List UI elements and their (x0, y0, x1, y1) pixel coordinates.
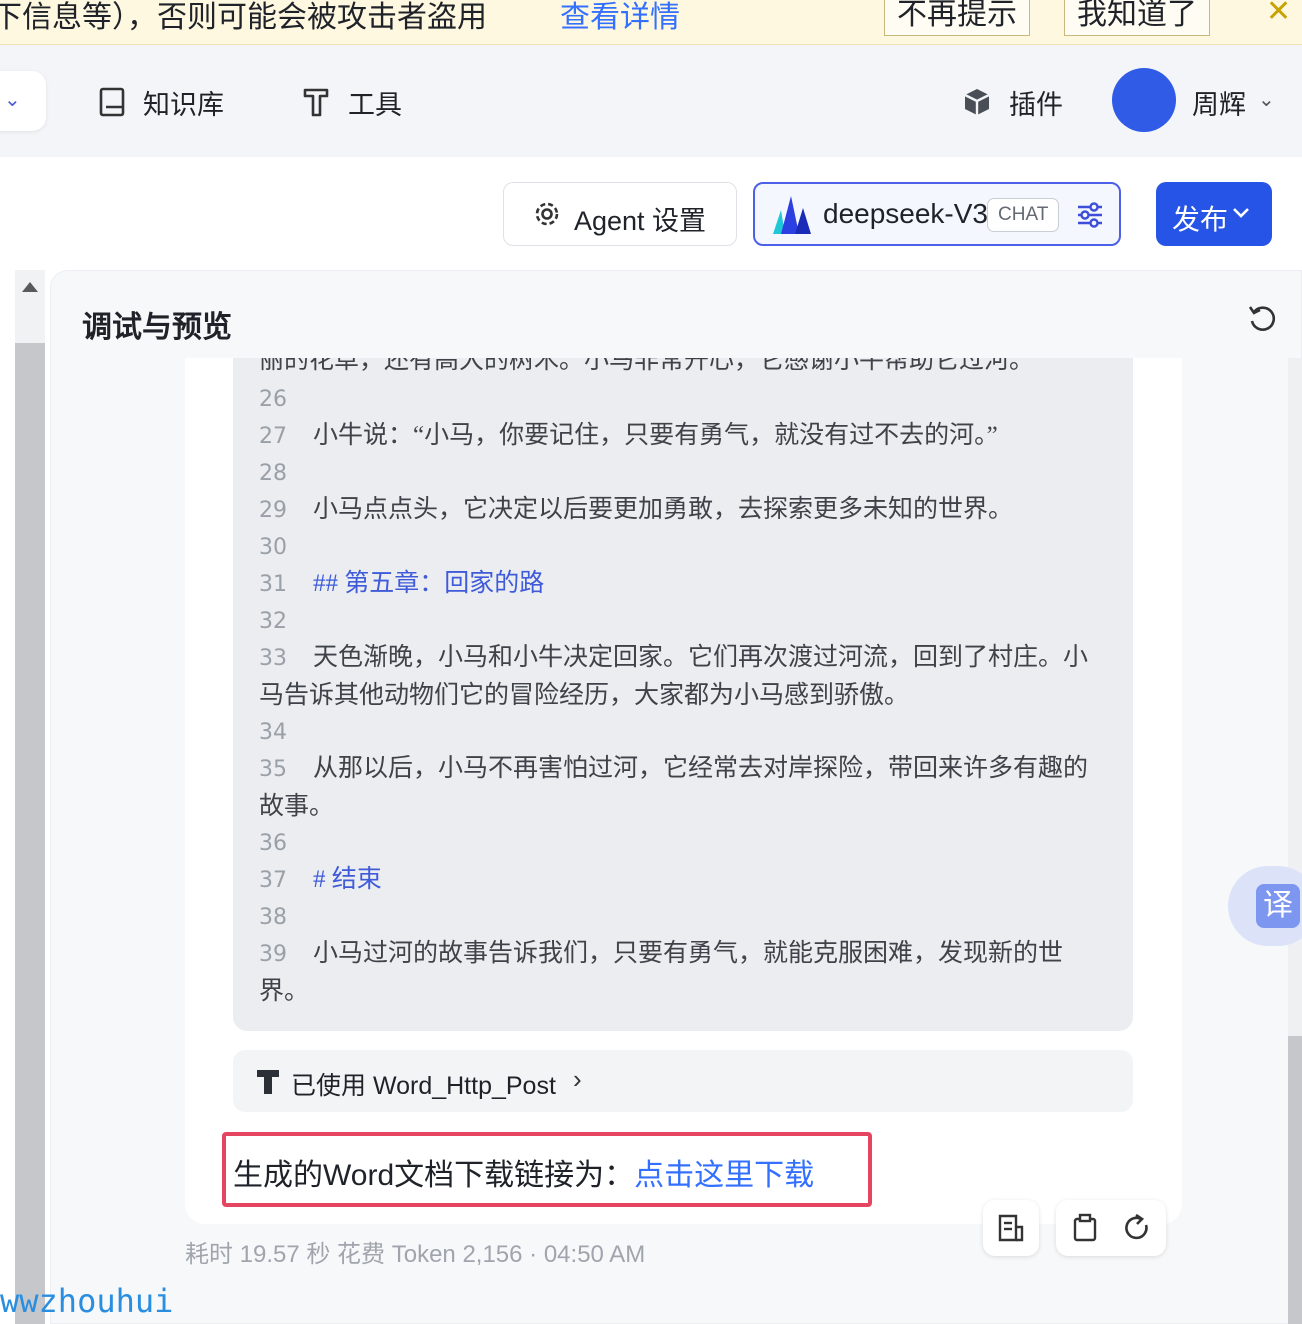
book-icon (99, 87, 125, 117)
chevron-down-icon (1233, 208, 1249, 218)
left-scrollbar-thumb[interactable] (15, 343, 45, 1324)
line-number: 39 (259, 942, 287, 967)
code-line: 26 (259, 380, 1109, 418)
banner-dismiss-button[interactable]: 不再提示 (884, 0, 1030, 36)
line-number: 27 (259, 424, 287, 449)
model-name: deepseek-V3 (823, 198, 989, 229)
tool-call-row[interactable]: 已使用 Word_Http_Post › (233, 1050, 1133, 1112)
code-line: 28 (259, 454, 1109, 492)
nav-plugins[interactable]: 插件 (1009, 83, 1063, 122)
line-number: 26 (259, 387, 287, 412)
panel-title: 调试与预览 (82, 311, 232, 344)
line-number: 31 (259, 572, 287, 597)
tool-icon (303, 88, 329, 117)
code-line: 丽的花草，还有高大的树木。小马非常开心，它感谢小牛帮助它过河。 (259, 358, 1109, 379)
line-number: 38 (259, 905, 287, 930)
close-icon[interactable]: ✕ (1266, 0, 1291, 29)
tool-icon (257, 1070, 279, 1094)
chevron-down-icon[interactable]: ⌄ (1258, 87, 1275, 112)
plugin-cube-icon (964, 89, 990, 115)
right-scrollbar-thumb[interactable] (1288, 1036, 1302, 1324)
code-line: 32 (259, 602, 1109, 640)
code-line: 29 小马点点头，它决定以后要更加勇敢，去探索更多未知的世界。 (259, 491, 1109, 529)
nav-knowledge[interactable]: 知识库 (143, 83, 224, 122)
code-block: 丽的花草，还有高大的树木。小马非常开心，它感谢小牛帮助它过河。 26 27 小牛说… (233, 358, 1133, 1031)
code-heading: # 结束 (313, 866, 382, 893)
code-line-text: 从那以后，小马不再害怕过河，它经常去对岸探险，带回来许多有趣的故事。 (259, 755, 1089, 820)
watermark: wwzhouhui (0, 1282, 174, 1320)
message-meta: 耗时 19.57 秒 花费 Token 2,156 · 04:50 AM (185, 1241, 646, 1268)
model-type-badge: CHAT (987, 198, 1060, 232)
answer-prefix: 生成的Word文档下载链接为： (233, 1159, 635, 1192)
line-number: 33 (259, 646, 287, 671)
model-selector[interactable]: deepseek-V3 CHAT (753, 182, 1121, 246)
code-line: 30 (259, 528, 1109, 566)
translate-icon: 译 (1256, 884, 1300, 928)
code-line: 34 (259, 713, 1109, 751)
agent-settings-button[interactable]: Agent 设置 (503, 182, 737, 246)
model-logo-icon (773, 196, 811, 234)
publish-button[interactable]: 发布 (1156, 182, 1272, 246)
code-line: 39 小马过河的故事告诉我们，只要有勇气，就能克服困难，发现新的世界。 (259, 935, 1109, 1010)
publish-label: 发布 (1172, 204, 1229, 235)
code-heading: ## 第五章：回家的路 (313, 570, 545, 597)
chevron-right-icon: › (573, 1064, 582, 1094)
answer-text: 生成的Word文档下载链接为：点击这里下载 (233, 1150, 814, 1194)
agent-settings-label: Agent 设置 (574, 206, 707, 236)
code-line-text: 天色渐晚，小马和小牛决定回家。它们再次渡过河流，回到了村庄。小马告诉其他动物们它… (259, 644, 1089, 709)
avatar[interactable] (1112, 68, 1176, 132)
document-icon (998, 1214, 1024, 1242)
scroll-up-arrow-icon[interactable] (22, 282, 38, 292)
code-line: 35 从那以后，小马不再害怕过河，它经常去对岸探险，带回来许多有趣的故事。 (259, 750, 1109, 825)
message-actions (1056, 1200, 1166, 1256)
line-number: 28 (259, 461, 287, 486)
banner-details-link[interactable]: 查看详情 (560, 0, 680, 36)
regenerate-icon[interactable] (1122, 1213, 1152, 1243)
top-nav: ⌄ 知识库 工具 插件 周辉 ⌄ (0, 45, 1302, 157)
code-line-text: 小马过河的故事告诉我们，只要有勇气，就能克服困难，发现新的世界。 (259, 940, 1064, 1005)
code-line: 33 天色渐晚，小马和小牛决定回家。它们再次渡过河流，回到了村庄。小马告诉其他动物… (259, 639, 1109, 714)
reset-icon[interactable] (1246, 302, 1280, 336)
chevron-down-icon: ⌄ (4, 89, 21, 111)
code-line: 31 ## 第五章：回家的路 (259, 565, 1109, 603)
code-line-text: 丽的花草，还有高大的树木。小马非常开心，它感谢小牛帮助它过河。 (259, 358, 1035, 374)
settings-sliders-icon[interactable] (1075, 200, 1105, 230)
workspace-switcher[interactable]: ⌄ (0, 71, 46, 131)
banner-message: 下信息等），否则可能会被攻击者盗用 (0, 1, 487, 34)
code-line: 36 (259, 824, 1109, 862)
line-number: 34 (259, 720, 287, 745)
line-number: 29 (259, 498, 287, 523)
tool-call-label: 已使用 Word_Http_Post (291, 1072, 556, 1100)
line-number: 36 (259, 831, 287, 856)
line-number: 30 (259, 535, 287, 560)
line-number: 35 (259, 757, 287, 782)
code-line: 27 小牛说：“小马，你要记住，只要有勇气，就没有过不去的河。” (259, 417, 1109, 455)
line-number: 37 (259, 868, 287, 893)
document-button[interactable] (983, 1200, 1039, 1256)
download-link[interactable]: 点击这里下载 (634, 1159, 814, 1192)
warning-banner: 下信息等），否则可能会被攻击者盗用 查看详情 不再提示 我知道了 ✕ (0, 0, 1302, 45)
code-line: 38 (259, 898, 1109, 936)
code-line-text: 小马点点头，它决定以后要更加勇敢，去探索更多未知的世界。 (313, 496, 1014, 523)
gear-icon (535, 202, 559, 226)
code-line: 37 # 结束 (259, 861, 1109, 899)
user-name[interactable]: 周辉 (1192, 83, 1246, 122)
code-line-text: 小牛说：“小马，你要记住，只要有勇气，就没有过不去的河。” (313, 422, 998, 449)
banner-ack-button[interactable]: 我知道了 (1064, 0, 1210, 36)
line-number: 32 (259, 609, 287, 634)
translate-button[interactable]: 译 (1228, 866, 1302, 946)
copy-icon[interactable] (1071, 1213, 1099, 1243)
nav-tools[interactable]: 工具 (348, 83, 402, 122)
